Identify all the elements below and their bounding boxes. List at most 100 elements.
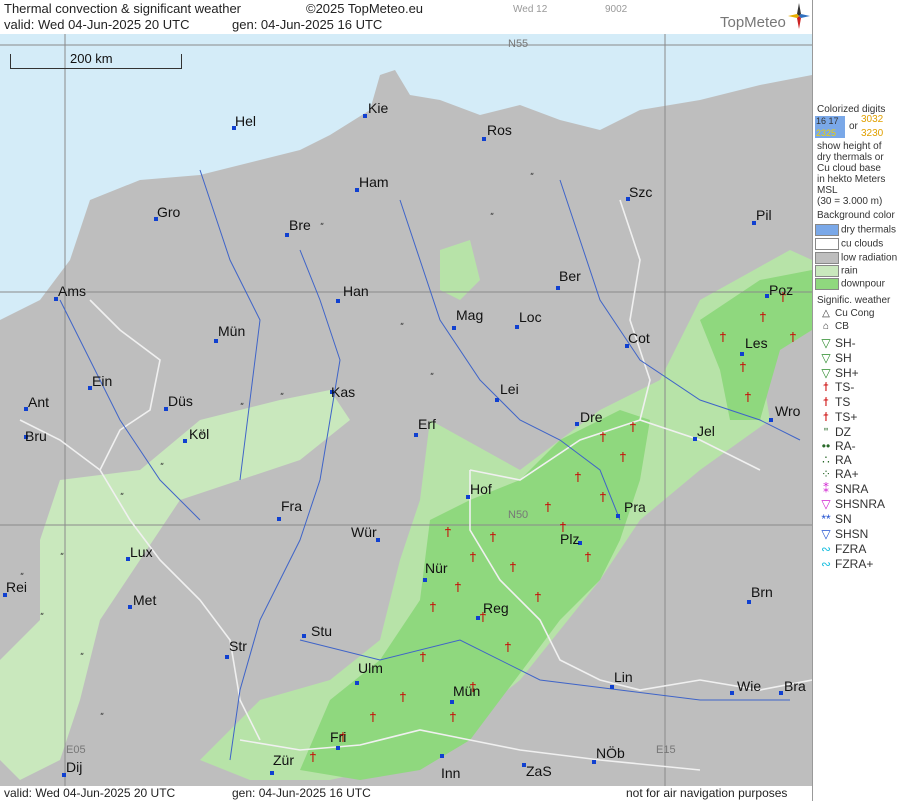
city-pra[interactable]: Pra bbox=[624, 499, 646, 515]
sig-item: ▽ SHSNRA bbox=[817, 497, 885, 511]
city-pil[interactable]: Pil bbox=[756, 207, 772, 223]
city-han[interactable]: Han bbox=[343, 283, 369, 299]
svg-text:ϯ: ϯ bbox=[620, 450, 626, 463]
city-kol[interactable]: Köl bbox=[189, 426, 209, 442]
city-ulm[interactable]: Ulm bbox=[358, 660, 383, 676]
svg-text:ʺ: ʺ bbox=[280, 392, 284, 403]
city-plz[interactable]: Plz bbox=[560, 531, 579, 547]
city-bra[interactable]: Bra bbox=[784, 678, 806, 694]
svg-text:ϯ: ϯ bbox=[535, 590, 541, 603]
logo-text: TopMeteo bbox=[720, 14, 786, 31]
city-kas[interactable]: Kas bbox=[331, 384, 355, 400]
city-dre[interactable]: Dre bbox=[580, 409, 603, 425]
city-ams[interactable]: Ams bbox=[58, 283, 86, 299]
city-poz[interactable]: Poz bbox=[769, 282, 793, 298]
city-brn[interactable]: Brn bbox=[751, 584, 773, 600]
city-cot[interactable]: Cot bbox=[628, 330, 650, 346]
city-erf[interactable]: Erf bbox=[418, 416, 436, 432]
sig-label: SH bbox=[835, 351, 852, 365]
svg-text:ϯ: ϯ bbox=[490, 530, 496, 543]
swatch-rain bbox=[815, 265, 839, 277]
cb-icon: ⌂ bbox=[822, 321, 830, 332]
sig-item: ** SN bbox=[817, 512, 851, 526]
city-marker bbox=[285, 233, 289, 237]
city-fra[interactable]: Fra bbox=[281, 498, 302, 514]
city-nob[interactable]: NÖb bbox=[596, 745, 625, 761]
city-lin[interactable]: Lin bbox=[614, 669, 633, 685]
city-hel[interactable]: Hel bbox=[235, 113, 256, 129]
city-marker bbox=[355, 681, 359, 685]
digits-a: 16 17 bbox=[816, 116, 839, 126]
city-lux[interactable]: Lux bbox=[130, 544, 153, 560]
digits-text-3: Cu cloud base bbox=[817, 163, 881, 174]
grid-label-e05: E05 bbox=[66, 744, 86, 756]
city-marker bbox=[414, 433, 418, 437]
city-ein[interactable]: Ein bbox=[92, 373, 112, 389]
city-bru[interactable]: Bru bbox=[25, 428, 47, 444]
swatch-dry bbox=[815, 224, 839, 236]
city-rei[interactable]: Rei bbox=[6, 579, 27, 595]
city-mun-west[interactable]: Mün bbox=[218, 323, 245, 339]
city-inn[interactable]: Inn bbox=[441, 765, 460, 781]
city-met[interactable]: Met bbox=[133, 592, 156, 608]
digits-text-1: show height of bbox=[817, 141, 882, 152]
city-mun-east[interactable]: Mün bbox=[453, 683, 480, 699]
grid-label-n50: N50 bbox=[508, 509, 529, 521]
city-zur[interactable]: Zür bbox=[273, 752, 294, 768]
map-header: Thermal convection & significant weather… bbox=[0, 0, 812, 34]
city-marker bbox=[730, 691, 734, 695]
svg-text:ϯ: ϯ bbox=[630, 420, 636, 433]
city-marker bbox=[423, 578, 427, 582]
bg-label: downpour bbox=[841, 278, 885, 290]
sig-label: TS+ bbox=[835, 410, 858, 424]
svg-text:ʺ: ʺ bbox=[160, 462, 164, 473]
ts-minus-icon: ϯ bbox=[823, 380, 829, 394]
city-les[interactable]: Les bbox=[745, 335, 768, 351]
city-dus[interactable]: Düs bbox=[168, 393, 193, 409]
city-wro[interactable]: Wro bbox=[775, 403, 800, 419]
city-marker bbox=[128, 605, 132, 609]
weather-map[interactable]: ϯϯϯϯ ϯϯϯϯ ϯϯϯϯ ϯϯϯϯ ϯϯϯϯ ϯϯϯϯ ϯϯϯϯ ϯϯ ʺʺ… bbox=[0, 34, 812, 786]
svg-text:ϯ: ϯ bbox=[720, 330, 726, 343]
city-jel[interactable]: Jel bbox=[697, 423, 715, 439]
city-zas[interactable]: ZaS bbox=[526, 763, 552, 779]
city-nur[interactable]: Nür bbox=[425, 560, 448, 576]
footer-valid: valid: Wed 04-Jun-2025 20 UTC bbox=[4, 786, 176, 800]
city-fri[interactable]: Fri bbox=[330, 729, 346, 745]
city-mag[interactable]: Mag bbox=[456, 307, 483, 323]
city-szc[interactable]: Szc bbox=[629, 184, 652, 200]
city-stu[interactable]: Stu bbox=[311, 623, 332, 639]
svg-text:ϯ: ϯ bbox=[575, 470, 581, 483]
city-dij[interactable]: Dij bbox=[66, 759, 82, 775]
footer-gen: gen: 04-Jun-2025 16 UTC bbox=[232, 786, 371, 800]
city-ber[interactable]: Ber bbox=[559, 268, 581, 284]
city-ham[interactable]: Ham bbox=[359, 174, 389, 190]
city-bre[interactable]: Bre bbox=[289, 217, 311, 233]
city-str[interactable]: Str bbox=[229, 638, 247, 654]
city-reg[interactable]: Reg bbox=[483, 600, 509, 616]
city-marker bbox=[740, 352, 744, 356]
digits-c: 2325 bbox=[816, 128, 837, 138]
city-loc[interactable]: Loc bbox=[519, 309, 542, 325]
city-marker bbox=[575, 422, 579, 426]
digits-text-2: dry thermals or bbox=[817, 152, 884, 163]
city-wie[interactable]: Wie bbox=[737, 678, 761, 694]
city-lei[interactable]: Lei bbox=[500, 381, 519, 397]
svg-text:ʺ: ʺ bbox=[60, 552, 64, 563]
sig-label: RA- bbox=[835, 439, 856, 453]
city-hof[interactable]: Hof bbox=[470, 481, 492, 497]
city-kie[interactable]: Kie bbox=[368, 100, 388, 116]
svg-text:ϯ: ϯ bbox=[450, 710, 456, 723]
city-wur[interactable]: Wür bbox=[351, 524, 377, 540]
city-marker bbox=[616, 514, 620, 518]
shsn-icon: ▽ bbox=[821, 527, 831, 541]
city-ant[interactable]: Ant bbox=[28, 394, 49, 410]
city-ros[interactable]: Ros bbox=[487, 122, 512, 138]
sig-label: SHSNRA bbox=[835, 497, 886, 511]
svg-text:ϯ: ϯ bbox=[310, 750, 316, 763]
bg-label: rain bbox=[841, 265, 858, 277]
sig-item: ϯ TS- bbox=[817, 380, 855, 394]
svg-text:ʺ: ʺ bbox=[430, 372, 434, 383]
sig-item: ∴ RA bbox=[817, 453, 852, 467]
city-gro[interactable]: Gro bbox=[157, 204, 180, 220]
